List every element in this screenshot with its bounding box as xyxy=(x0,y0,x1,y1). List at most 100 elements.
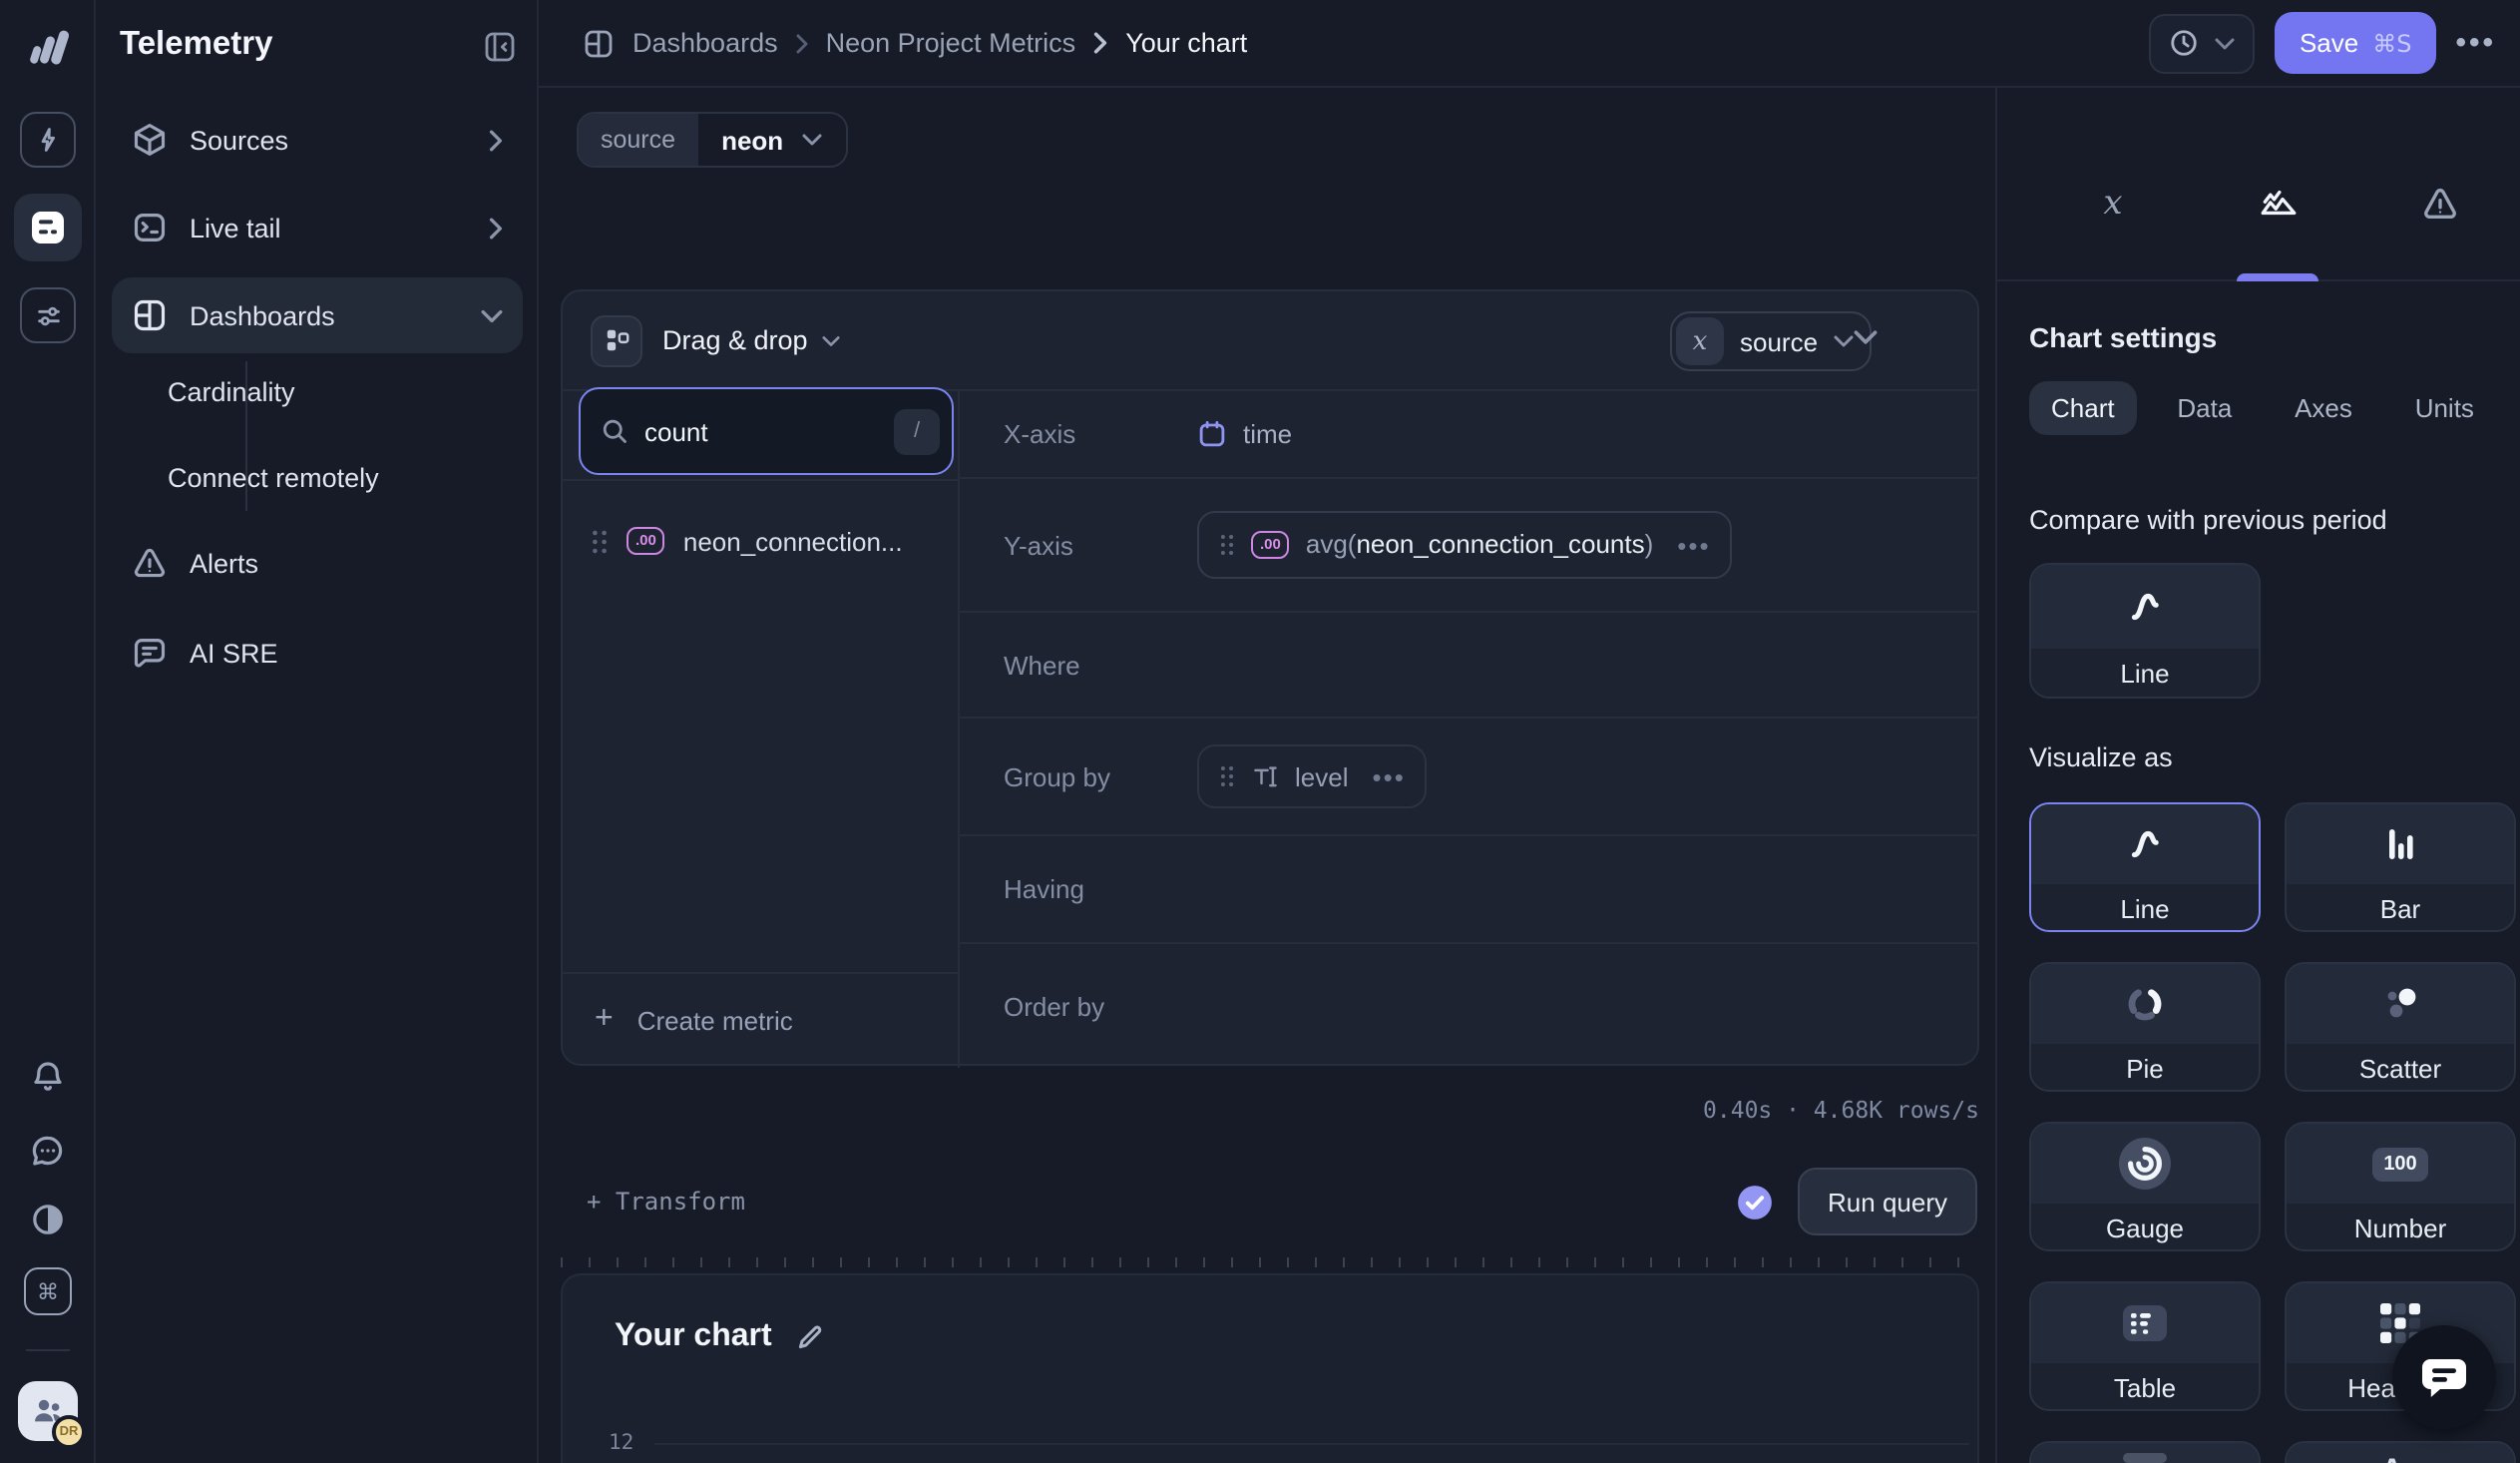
line-chart-icon xyxy=(2121,826,2169,862)
y-axis-more-button[interactable]: ••• xyxy=(1677,530,1710,560)
breadcrumb-current: Your chart xyxy=(1125,28,1247,58)
create-metric-label: Create metric xyxy=(637,1005,793,1035)
chevron-right-icon xyxy=(796,33,808,53)
save-button[interactable]: Save ⌘S xyxy=(2276,12,2436,74)
speech-bubble-icon xyxy=(2420,1354,2468,1400)
panel-collapse-chevron-icon[interactable] xyxy=(1854,329,1878,345)
tab-variables[interactable]: x xyxy=(2103,184,2122,224)
tab-alerts[interactable] xyxy=(2421,185,2459,223)
text-field-type-icon xyxy=(1251,762,1279,790)
x-variable-badge: x xyxy=(1676,317,1724,365)
viz-card-log-partial[interactable] xyxy=(2029,1441,2261,1463)
subtab-data[interactable]: Data xyxy=(2155,381,2254,435)
breadcrumb-dashboard-name[interactable]: Neon Project Metrics xyxy=(826,28,1076,58)
scatter-chart-icon xyxy=(2378,984,2422,1024)
app-logo[interactable] xyxy=(22,22,74,74)
contrast-icon xyxy=(28,1200,68,1239)
notifications-button[interactable] xyxy=(28,1058,68,1098)
row-label: X-axis xyxy=(1004,419,1075,449)
more-menu-button[interactable]: ••• xyxy=(2455,26,2496,60)
edit-pencil-icon[interactable] xyxy=(796,1323,824,1351)
chevron-down-icon xyxy=(822,334,840,346)
tab-chart-settings-active[interactable] xyxy=(2258,183,2300,225)
subtab-chart[interactable]: Chart xyxy=(2029,381,2137,435)
subtab-units[interactable]: Units xyxy=(2393,381,2496,435)
metric-search-input[interactable]: count / xyxy=(579,387,954,475)
clock-icon xyxy=(2170,28,2200,58)
chart-preview-card: Your chart 12 xyxy=(561,1273,1979,1463)
save-label: Save xyxy=(2300,28,2358,58)
sidebar-item-label: Sources xyxy=(190,125,288,155)
query-row-having[interactable]: Having xyxy=(960,836,1979,944)
chevron-down-icon xyxy=(1834,335,1854,347)
viz-card-number[interactable]: 100 Number xyxy=(2285,1122,2516,1251)
query-valid-check-icon xyxy=(1736,1183,1774,1220)
sidebar-item-live-tail[interactable]: Live tail xyxy=(112,190,523,265)
builder-mode-label[interactable]: Drag & drop xyxy=(662,325,808,355)
feedback-button[interactable] xyxy=(28,1132,68,1172)
logo-icon xyxy=(22,22,74,74)
query-row-where[interactable]: Where xyxy=(960,613,1979,719)
settings-tab-bar: x xyxy=(1997,88,2520,281)
group-by-pill[interactable]: level ••• xyxy=(1197,744,1428,808)
chevron-down-icon xyxy=(801,134,821,146)
query-row-order-by[interactable]: Order by xyxy=(960,944,1979,1068)
warning-triangle-icon xyxy=(132,545,168,581)
keyboard-shortcuts-button[interactable]: ⌘ xyxy=(24,1267,72,1315)
viz-card-bar[interactable]: Bar xyxy=(2285,802,2516,932)
user-initials-badge: DR xyxy=(52,1415,86,1449)
compare-line-card[interactable]: Line xyxy=(2029,563,2261,699)
rail-flash-button[interactable] xyxy=(20,112,76,168)
row-label: Order by xyxy=(1004,991,1104,1021)
metric-list-item[interactable]: .00 neon_connection... xyxy=(563,503,958,579)
sidebar-item-connect-remotely[interactable]: Connect remotely xyxy=(112,439,523,515)
subtab-axes[interactable]: Axes xyxy=(2273,381,2374,435)
viz-card-line[interactable]: Line xyxy=(2029,802,2261,932)
builder-mode-button[interactable] xyxy=(591,314,642,366)
support-chat-button[interactable] xyxy=(2392,1325,2496,1429)
sidebar-item-label: Live tail xyxy=(190,213,281,243)
group-by-more-button[interactable]: ••• xyxy=(1373,761,1406,791)
rail-query-builder-button-active[interactable] xyxy=(14,194,82,261)
gauge-icon xyxy=(2119,1138,2171,1190)
drag-handle-icon[interactable] xyxy=(1219,533,1235,557)
run-query-button[interactable]: Run query xyxy=(1798,1168,1977,1235)
cube-icon xyxy=(132,122,168,158)
sidebar-item-alerts[interactable]: Alerts xyxy=(112,525,523,601)
x-axis-group-chip[interactable]: x source xyxy=(1670,311,1872,371)
x-axis-field: time xyxy=(1243,419,1292,449)
breadcrumb-dashboards[interactable]: Dashboards xyxy=(632,28,778,58)
dashboard-grid-icon xyxy=(132,297,168,333)
row-label: Group by xyxy=(1004,761,1110,791)
viz-card-scatter[interactable]: Scatter xyxy=(2285,962,2516,1092)
viz-card-pie[interactable]: Pie xyxy=(2029,962,2261,1092)
viz-card-gauge[interactable]: Gauge xyxy=(2029,1122,2261,1251)
filter-value-dropdown[interactable]: neon xyxy=(697,114,845,166)
sidebar-item-ai-sre[interactable]: AI SRE xyxy=(112,615,523,691)
create-metric-button[interactable]: + Create metric xyxy=(595,972,793,1068)
x-axis-value[interactable]: time xyxy=(1197,419,1292,449)
drag-handle-icon[interactable] xyxy=(591,528,609,554)
x-group-field: source xyxy=(1740,326,1818,356)
sidebar-collapse-button[interactable] xyxy=(483,30,517,64)
sidebar-item-sources[interactable]: Sources xyxy=(112,102,523,178)
y-axis-pill[interactable]: .00 avg(neon_connection_counts) ••• xyxy=(1197,511,1733,579)
viz-label: Bar xyxy=(2287,884,2514,932)
rail-settings-button[interactable] xyxy=(20,287,76,343)
viz-card-text-partial[interactable]: Aa xyxy=(2285,1441,2516,1463)
sidebar-item-dashboards[interactable]: Dashboards xyxy=(112,277,523,353)
viz-card-table[interactable]: Table xyxy=(2029,1281,2261,1411)
drag-handle-icon[interactable] xyxy=(1219,764,1235,788)
chevron-right-icon xyxy=(1093,32,1107,54)
theme-toggle-button[interactable] xyxy=(28,1200,68,1239)
active-tab-indicator xyxy=(2237,273,2318,281)
search-query-text: count xyxy=(644,416,894,446)
time-range-button[interactable] xyxy=(2150,13,2256,73)
chart-title-row: Your chart xyxy=(615,1319,824,1355)
group-by-field: level xyxy=(1295,761,1349,791)
source-filter[interactable]: source neon xyxy=(577,112,847,168)
add-transform-button[interactable]: + Transform xyxy=(587,1188,745,1216)
sidebar-item-cardinality[interactable]: Cardinality xyxy=(112,353,523,429)
query-builder-panel: Drag & drop x source count / xyxy=(561,289,1979,1066)
query-row-y-axis: Y-axis .00 avg(neon_connection_counts) •… xyxy=(960,479,1979,613)
